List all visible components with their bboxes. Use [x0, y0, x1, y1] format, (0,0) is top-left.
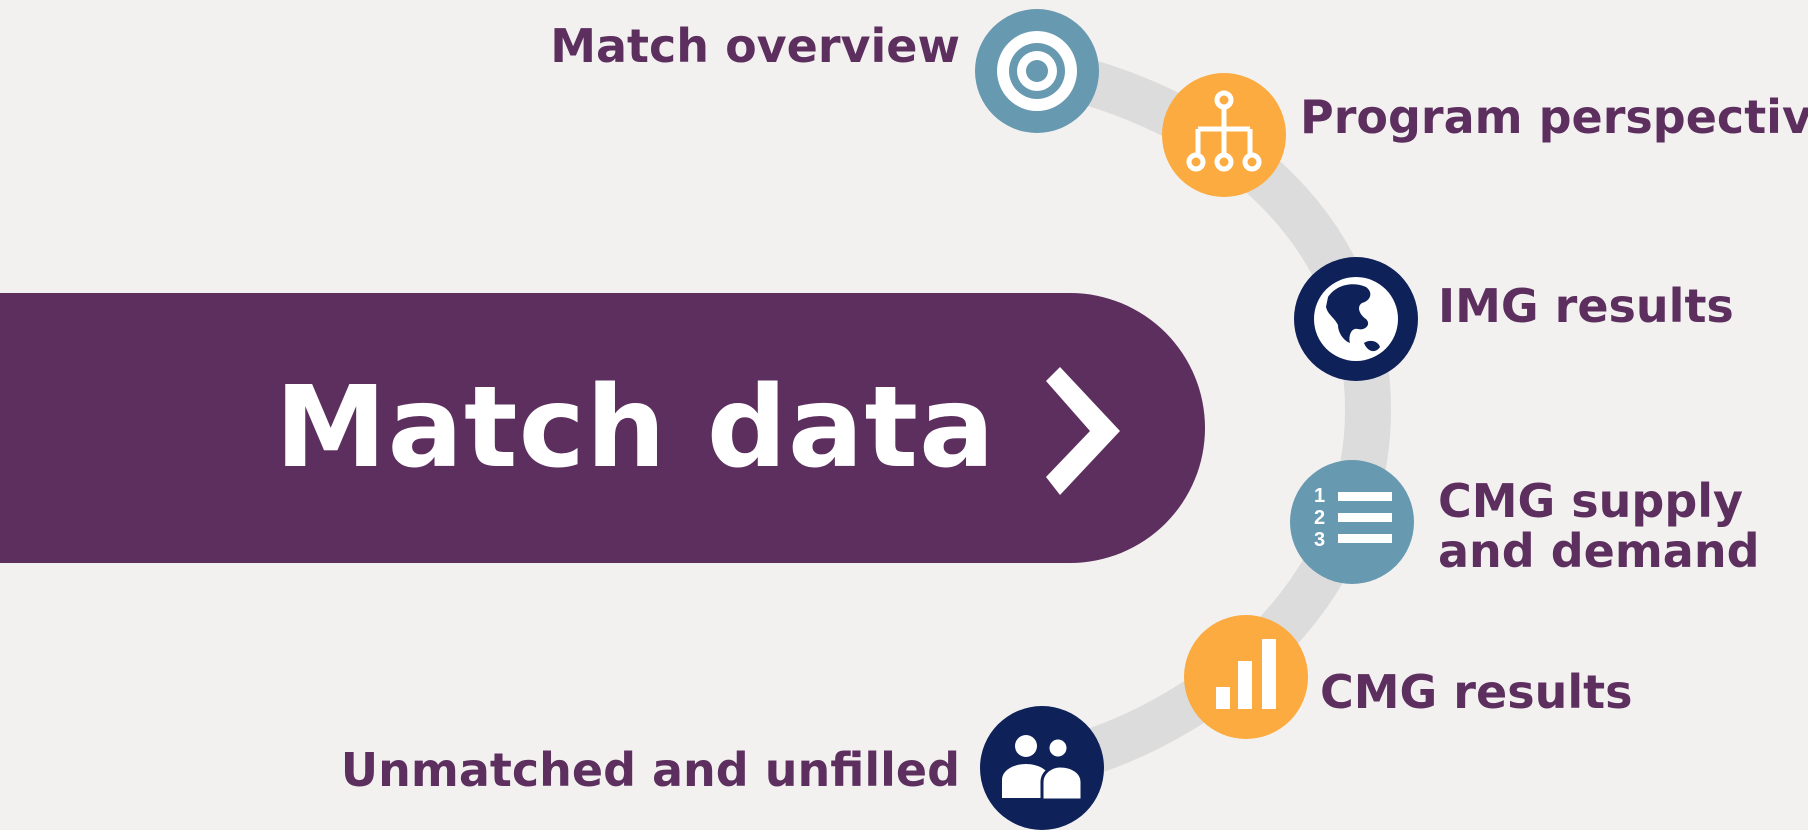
step-match-overview-node[interactable]: [975, 9, 1099, 133]
people-icon: [1002, 735, 1084, 802]
step-img-results-label[interactable]: IMG results: [1438, 280, 1734, 332]
chevron-right-icon: [1046, 367, 1120, 495]
numbered-list-icon: 1 2 3: [1314, 485, 1392, 551]
step-cmg-supply-demand-node[interactable]: 1 2 3: [1290, 460, 1414, 584]
step-program-perspective-label[interactable]: Program perspective: [1300, 91, 1808, 143]
step-program-perspective-node[interactable]: [1162, 73, 1286, 197]
globe-icon: [1314, 277, 1398, 361]
match-data-banner[interactable]: Match data: [0, 293, 1205, 563]
step-img-results-node[interactable]: [1294, 257, 1418, 381]
step-cmg-supply-demand-label[interactable]: CMG supply and demand: [1438, 476, 1798, 576]
svg-text:1: 1: [1314, 485, 1325, 507]
target-icon: [997, 31, 1077, 111]
banner-title: Match data: [275, 363, 996, 493]
step-match-overview-label[interactable]: Match overview: [550, 20, 960, 72]
bar-chart-icon: [1216, 639, 1276, 709]
svg-text:3: 3: [1314, 529, 1325, 551]
step-unmatched-unfilled-label[interactable]: Unmatched and unfilled: [341, 744, 960, 796]
step-cmg-results-node[interactable]: [1184, 615, 1308, 739]
hierarchy-icon: [1186, 90, 1262, 172]
svg-text:2: 2: [1314, 507, 1325, 529]
step-cmg-results-label[interactable]: CMG results: [1320, 666, 1632, 718]
step-unmatched-unfilled-node[interactable]: [980, 706, 1104, 830]
